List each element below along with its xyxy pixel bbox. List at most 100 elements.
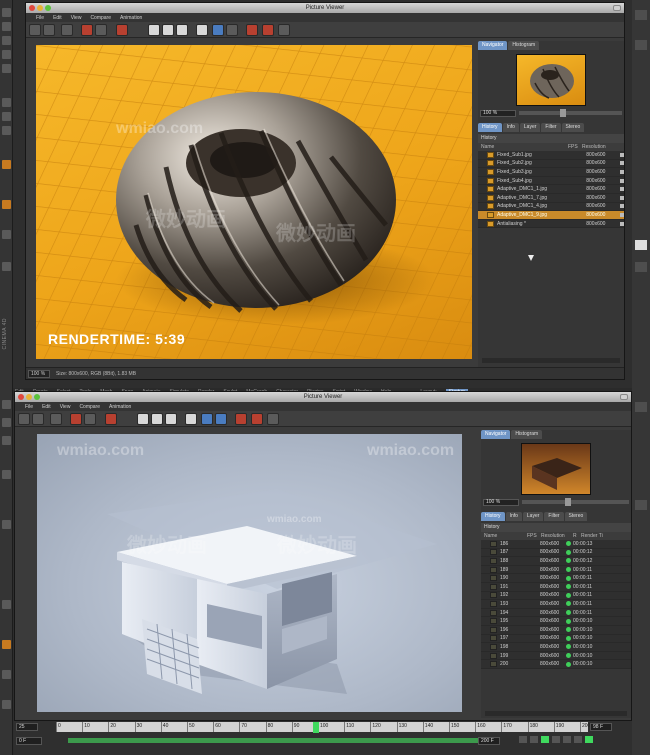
save-icon[interactable] [43, 24, 55, 36]
open-icon[interactable] [29, 24, 41, 36]
preview-range-bar[interactable] [68, 738, 488, 743]
history-row[interactable]: 189 800x600 00:00:11 [481, 566, 631, 575]
toolbar-toggle-button[interactable] [613, 5, 621, 11]
tool-icon[interactable] [2, 112, 11, 121]
render-viewport[interactable]: wmiao.com wmiao.com wmiao.com 微妙动画 微妙动画 [37, 434, 462, 712]
history-row[interactable]: 192 800x600 00:00:11 [481, 592, 631, 601]
menu-animation[interactable]: Animation [109, 404, 131, 410]
panel-tab[interactable] [635, 40, 647, 50]
col-name[interactable]: Name [478, 143, 568, 151]
tool-icon[interactable] [2, 262, 11, 271]
tool-icon[interactable] [2, 670, 11, 679]
history-row[interactable]: Antialiasing * 800x600 [478, 220, 624, 229]
tool-icon[interactable] [2, 470, 11, 479]
menu-file[interactable]: File [36, 15, 44, 21]
tab-info[interactable]: Info [502, 123, 519, 132]
swap-icon[interactable] [278, 24, 290, 36]
panel-tab[interactable] [635, 402, 647, 412]
play-back-icon[interactable] [541, 736, 549, 743]
history-row[interactable]: 194 800x600 00:00:11 [481, 609, 631, 618]
record-icon[interactable] [585, 736, 593, 743]
checkbox-icon[interactable] [620, 169, 624, 174]
minimize-icon[interactable] [26, 394, 32, 400]
checkbox-icon[interactable] [620, 178, 624, 183]
navigator-zoom-field[interactable]: 100 % [483, 498, 519, 506]
history-row[interactable]: 193 800x600 00:00:11 [481, 600, 631, 609]
menu-compare[interactable]: Compare [90, 15, 111, 21]
panel-tab[interactable] [635, 10, 647, 20]
checkbox-icon[interactable] [620, 152, 624, 157]
history-row-selected[interactable]: Adaptive_DMC1_9.jpg 800x600 [478, 211, 624, 220]
fit-icon[interactable] [212, 24, 224, 36]
tool-icon[interactable] [2, 400, 11, 409]
navigator-zoom-slider[interactable] [519, 109, 622, 117]
history-row[interactable]: 200 800x600 00:00:10 [481, 660, 631, 669]
tab-history[interactable]: History [481, 512, 505, 521]
panel-tab[interactable] [635, 240, 647, 250]
open-icon[interactable] [18, 413, 30, 425]
tab-stereo[interactable]: Stereo [564, 512, 588, 521]
col-render-time[interactable]: Render Ti [581, 532, 603, 540]
filter-icon[interactable] [116, 24, 128, 36]
checkbox-icon[interactable] [620, 161, 624, 166]
timeline-ruler[interactable]: 0 10 20 30 40 50 60 70 80 90 100 110 120 130 140 150 160… [56, 722, 590, 733]
zoom-icon[interactable] [226, 24, 238, 36]
split-icon[interactable] [176, 24, 188, 36]
tool-icon[interactable] [2, 600, 11, 609]
layer-a-icon[interactable] [246, 24, 258, 36]
tool-icon[interactable] [2, 640, 11, 649]
history-row[interactable]: 190 800x600 00:00:11 [481, 574, 631, 583]
tab-history[interactable]: History [478, 123, 502, 132]
render-icon[interactable] [84, 413, 96, 425]
navigator-thumbnail[interactable] [521, 443, 591, 495]
col-fps[interactable]: FPS [568, 143, 582, 151]
history-row[interactable]: Adaptive_DMC1_4.jpg 800x600 [478, 203, 624, 212]
fps-field[interactable]: 25 [16, 723, 38, 731]
col-r[interactable]: R [573, 532, 581, 540]
tool-icon[interactable] [2, 436, 11, 445]
channel-icon[interactable] [185, 413, 197, 425]
menu-edit[interactable]: Edit [42, 404, 51, 410]
tool-icon[interactable] [2, 418, 11, 427]
next-frame-icon[interactable] [563, 736, 571, 743]
menu-edit[interactable]: Edit [53, 15, 62, 21]
history-row[interactable]: Adaptive_DMC1_1.jpg 800x600 [478, 185, 624, 194]
checkbox-icon[interactable] [620, 195, 624, 200]
navigator-zoom-slider[interactable] [522, 498, 629, 506]
maximize-icon[interactable] [45, 5, 51, 11]
history-row[interactable]: 196 800x600 00:00:10 [481, 626, 631, 635]
history-row[interactable]: 197 800x600 00:00:10 [481, 635, 631, 644]
checkbox-icon[interactable] [620, 187, 624, 192]
go-start-icon[interactable] [519, 736, 527, 743]
swap-icon[interactable] [267, 413, 279, 425]
history-row[interactable]: 186 800x600 00:00:13 [481, 540, 631, 549]
horizontal-scrollbar[interactable] [482, 358, 620, 363]
tab-layer[interactable]: Layer [519, 123, 541, 132]
tab-layer[interactable]: Layer [522, 512, 544, 521]
prev-frame-icon[interactable] [530, 736, 538, 743]
checkbox-icon[interactable] [620, 212, 624, 217]
navigator-thumbnail[interactable] [516, 54, 586, 106]
tool-icon[interactable] [2, 230, 11, 239]
tool-icon[interactable] [2, 700, 11, 709]
checkbox-icon[interactable] [620, 221, 624, 226]
layer-b-icon[interactable] [251, 413, 263, 425]
tab-filter[interactable]: Filter [541, 123, 561, 132]
history-row[interactable]: Adaptive_DMC1_7.jpg 800x600 [478, 194, 624, 203]
filter-icon[interactable] [105, 413, 117, 425]
tool-icon[interactable] [2, 36, 11, 45]
stop-icon[interactable] [81, 24, 93, 36]
history-row[interactable]: Fixed_Sub3.jpg 800x600 [478, 168, 624, 177]
render-viewport[interactable]: RENDERTIME: 5:39 wmiao.com 微妙动画 微妙动画 [36, 45, 472, 359]
panel-tab[interactable] [635, 262, 647, 272]
horizontal-scrollbar[interactable] [485, 711, 627, 716]
history-row[interactable]: Fixed_Sub2.jpg 800x600 [478, 160, 624, 169]
minimize-icon[interactable] [37, 5, 43, 11]
navigator-zoom-field[interactable]: 100 % [480, 109, 516, 117]
end-frame-field[interactable]: 200 F [478, 737, 500, 745]
tool-icon[interactable] [2, 64, 11, 73]
history-row[interactable]: 195 800x600 00:00:10 [481, 617, 631, 626]
close-icon[interactable] [29, 5, 35, 11]
checkbox-icon[interactable] [620, 204, 624, 209]
tool-icon[interactable] [2, 126, 11, 135]
